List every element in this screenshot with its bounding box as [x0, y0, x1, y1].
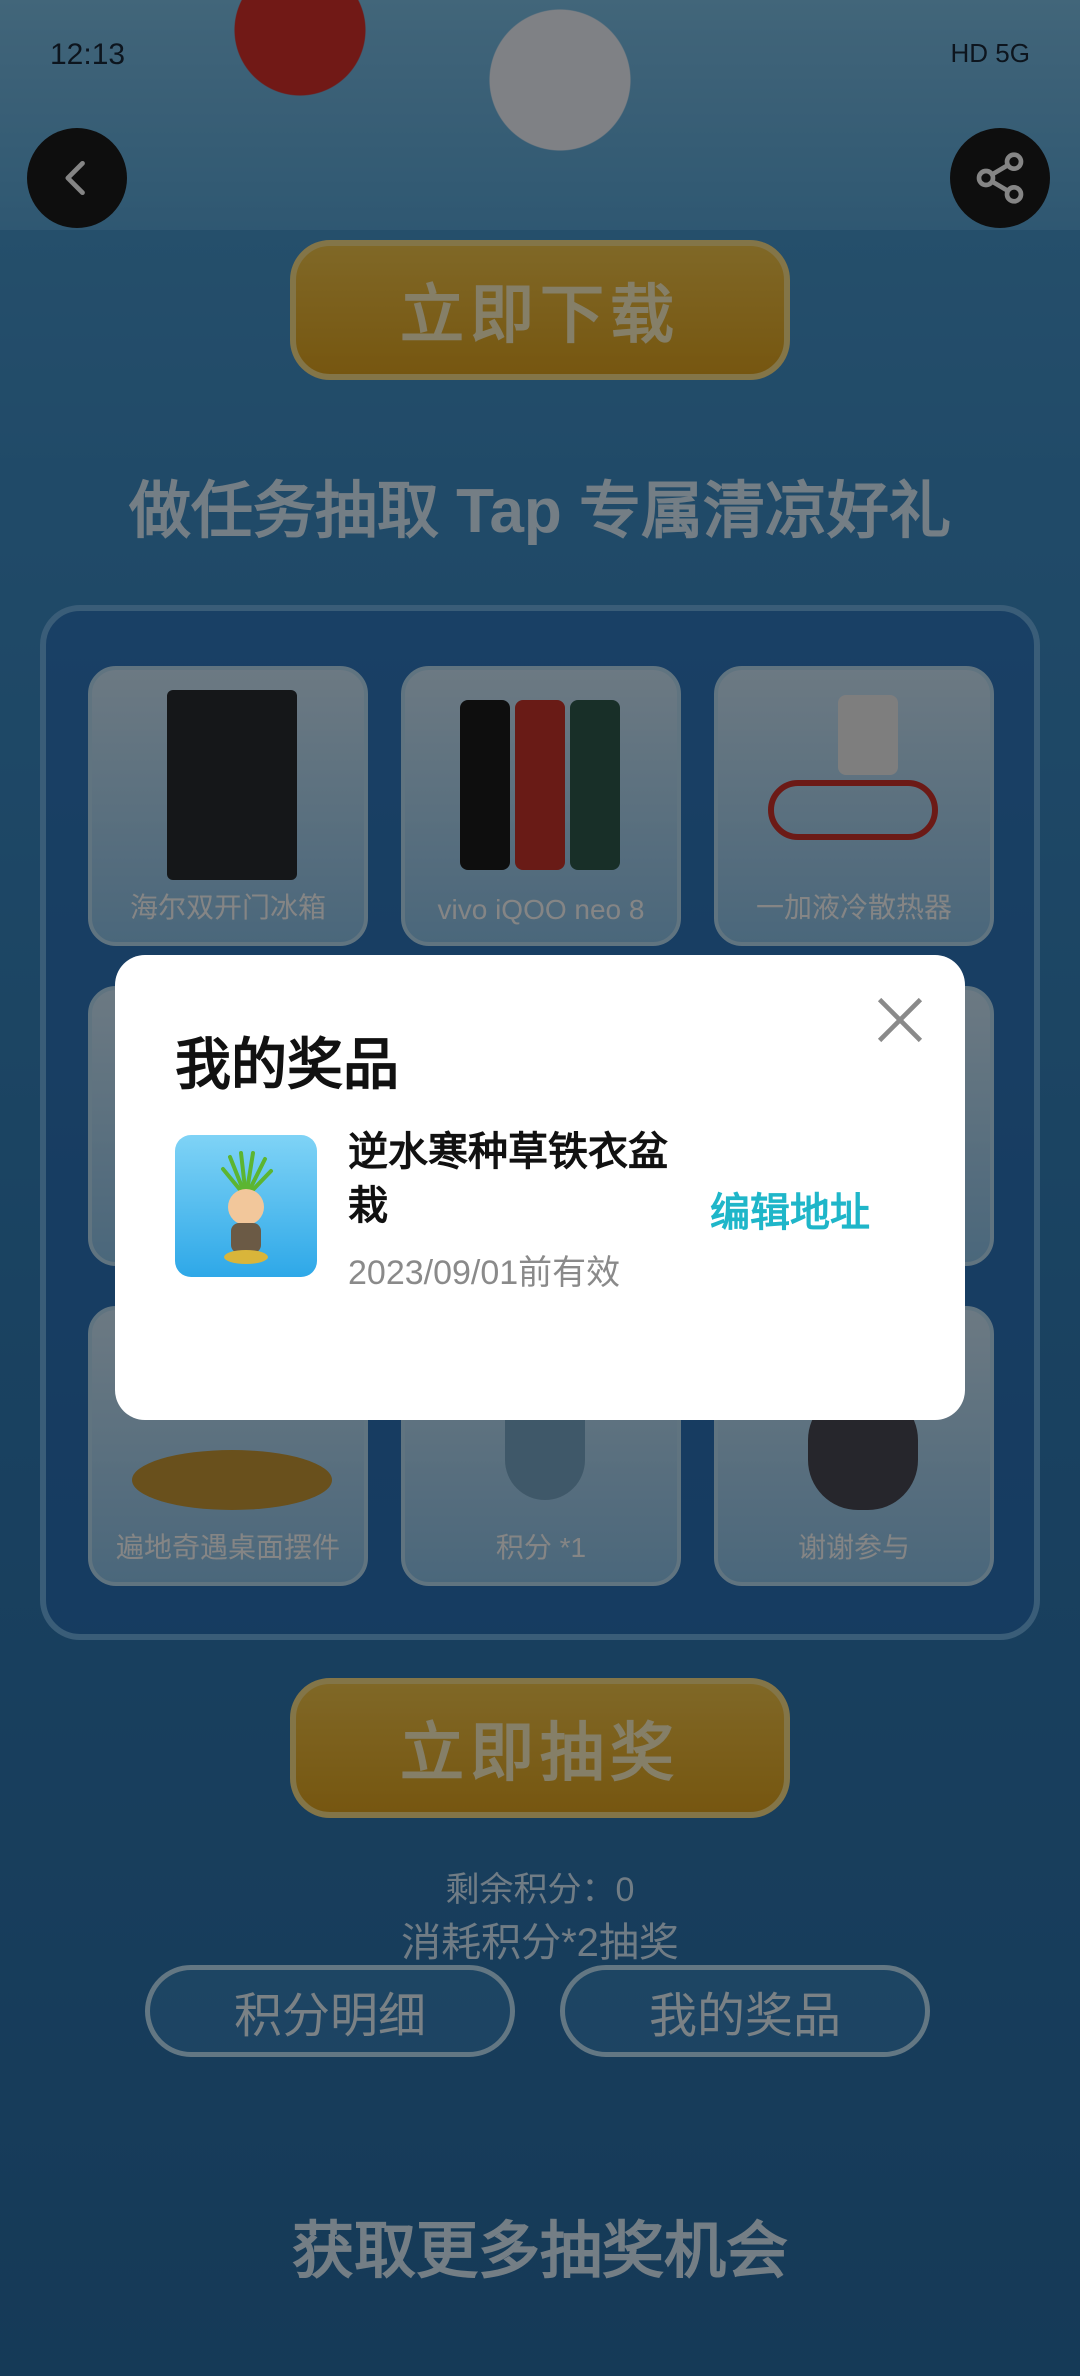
prize-name: 逆水寒种草铁衣盆栽 — [348, 1130, 668, 1228]
bonsai-figure-image — [221, 1151, 273, 1264]
dialog-close-button[interactable] — [865, 985, 935, 1055]
prize-expiry: 2023/09/01前有效 — [348, 1254, 621, 1292]
close-icon — [877, 997, 923, 1043]
my-prizes-dialog: 我的奖品 逆水寒种草铁衣盆栽 2023/09/01前有效 编辑地址 — [115, 955, 965, 1420]
edit-address-link[interactable]: 编辑地址 — [710, 1180, 870, 1238]
dialog-title: 我的奖品 — [175, 1033, 399, 1096]
prize-thumbnail — [175, 1135, 317, 1277]
